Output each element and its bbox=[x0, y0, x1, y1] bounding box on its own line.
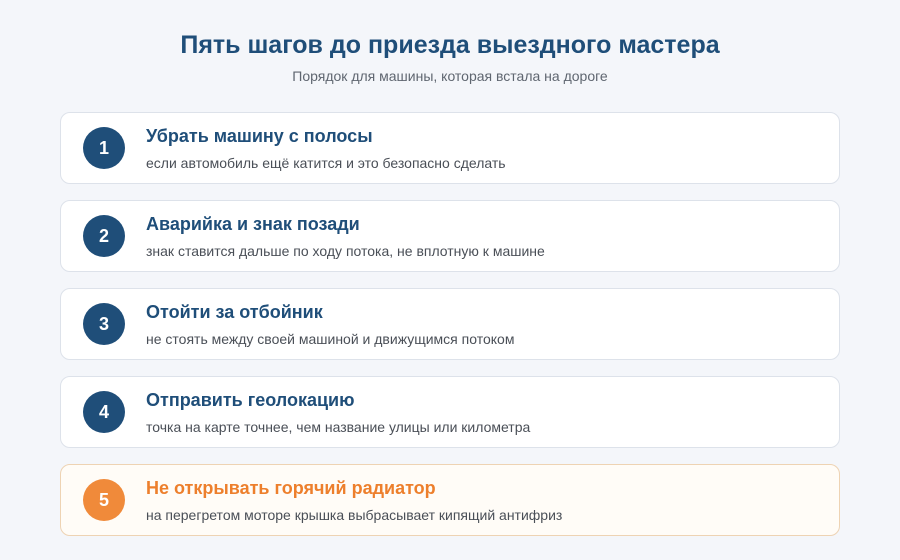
step-description: точка на карте точнее, чем название улиц… bbox=[146, 419, 531, 435]
step-description: не стоять между своей машиной и движущим… bbox=[146, 331, 515, 347]
step-title: Аварийка и знак позади bbox=[146, 214, 360, 234]
step-title: Не открывать горячий радиатор bbox=[146, 478, 436, 498]
step-number-badge: 4 bbox=[83, 391, 125, 433]
step-description: если автомобиль ещё катится и это безопа… bbox=[146, 155, 506, 171]
step-number-badge: 1 bbox=[83, 127, 125, 169]
page-subtitle: Порядок для машины, которая встала на до… bbox=[292, 68, 608, 84]
step-card-4: 4 Отправить геолокацию точка на карте то… bbox=[60, 376, 840, 448]
step-card-3: 3 Отойти за отбойник не стоять между сво… bbox=[60, 288, 840, 360]
step-card-5-warning: 5 Не открывать горячий радиатор на перег… bbox=[60, 464, 840, 536]
page-title: Пять шагов до приезда выездного мастера bbox=[180, 31, 720, 59]
step-description: знак ставится дальше по ходу потока, не … bbox=[146, 243, 545, 259]
step-title: Отойти за отбойник bbox=[146, 302, 323, 322]
step-card-1: 1 Убрать машину с полосы если автомобиль… bbox=[60, 112, 840, 184]
step-title: Убрать машину с полосы bbox=[146, 126, 373, 146]
step-number-badge: 5 bbox=[83, 479, 125, 521]
steps-list: 1 Убрать машину с полосы если автомобиль… bbox=[60, 112, 840, 552]
step-number-badge: 2 bbox=[83, 215, 125, 257]
step-title: Отправить геолокацию bbox=[146, 390, 355, 410]
step-number-badge: 3 bbox=[83, 303, 125, 345]
step-description: на перегретом моторе крышка выбрасывает … bbox=[146, 507, 563, 523]
step-card-2: 2 Аварийка и знак позади знак ставится д… bbox=[60, 200, 840, 272]
